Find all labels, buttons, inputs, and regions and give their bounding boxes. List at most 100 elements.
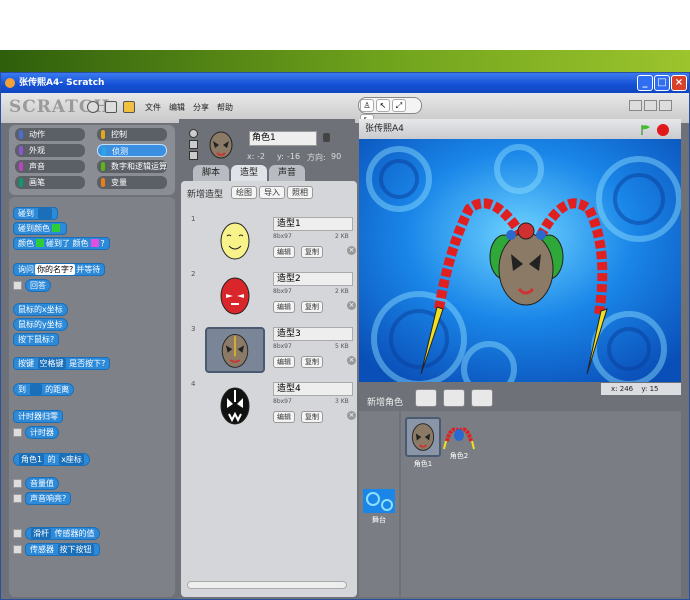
save-icon[interactable] <box>105 101 117 113</box>
stop-icon[interactable] <box>657 124 669 136</box>
camera-button[interactable]: 照相 <box>287 186 313 199</box>
color-swatch[interactable] <box>52 224 60 232</box>
category-sound[interactable]: 声音 <box>15 160 85 173</box>
block-dropdown[interactable]: 空格键 <box>37 358 66 369</box>
rotate-style-icon[interactable] <box>189 129 198 138</box>
category-looks[interactable]: 外观 <box>15 144 85 157</box>
block-sensor-value[interactable]: 滑杆 传感器的值 <box>25 527 100 540</box>
loudness-checkbox[interactable] <box>13 479 22 488</box>
block-sensing-of[interactable]: 角色1 的 x座标 <box>13 453 90 466</box>
costume-name-field[interactable]: 造型4 <box>273 382 353 396</box>
costume-dimensions: 8bx97 <box>273 398 292 405</box>
block-mouse-x[interactable]: 鼠标的x坐标 <box>13 303 68 316</box>
block-color-touching[interactable]: 颜色 碰到了 颜色? <box>13 237 110 250</box>
block-dropdown[interactable]: 角色1 <box>19 454 45 465</box>
block-touching[interactable]: 碰到 <box>13 207 58 220</box>
block-dropdown[interactable]: 滑杆 <box>31 528 51 539</box>
loud-checkbox[interactable] <box>13 494 22 503</box>
category-control[interactable]: 控制 <box>97 128 167 141</box>
block-dropdown[interactable]: x座标 <box>59 454 84 465</box>
normal-stage-icon[interactable] <box>644 100 657 111</box>
delete-costume-icon[interactable]: × <box>347 411 356 420</box>
close-button[interactable]: × <box>671 75 687 91</box>
block-mouse-y[interactable]: 鼠标的y坐标 <box>13 318 68 331</box>
costume-item[interactable]: 4 造型4 8bx97 3 KB 编辑 复制 × <box>185 380 356 432</box>
window-titlebar[interactable]: 张传熙A4- Scratch _ □ × <box>1 73 689 93</box>
block-dropdown[interactable] <box>29 384 42 395</box>
block-timer[interactable]: 计时器 <box>25 426 59 439</box>
block-dropdown[interactable] <box>37 208 52 219</box>
block-input[interactable]: 你的名字? <box>35 264 76 275</box>
grow-tool-icon[interactable]: ⤢ <box>392 99 406 112</box>
category-sensing[interactable]: 侦测 <box>97 144 167 157</box>
block-key-pressed[interactable]: 按键 空格键 是否按下? <box>13 357 111 370</box>
costume-item[interactable]: 1 造型1 8bx97 2 KB 编辑 复制 × <box>185 215 356 267</box>
costume-scrollbar[interactable] <box>187 581 347 589</box>
stage-thumbnail[interactable] <box>363 489 395 513</box>
costume-item[interactable]: 3 造型3 8bx97 5 KB 编辑 复制 × <box>185 325 356 377</box>
delete-costume-icon[interactable]: × <box>347 356 356 365</box>
category-operators[interactable]: 数字和逻辑运算 <box>97 160 167 173</box>
delete-tool-icon[interactable]: ↖ <box>376 99 390 112</box>
choose-sprite-icon[interactable] <box>443 389 465 407</box>
color-swatch[interactable] <box>36 239 44 247</box>
edit-costume-button[interactable]: 编辑 <box>273 356 295 368</box>
delete-costume-icon[interactable]: × <box>347 246 356 255</box>
no-rotate-icon[interactable] <box>189 151 198 160</box>
copy-costume-button[interactable]: 复制 <box>301 411 323 423</box>
minimize-button[interactable]: _ <box>637 75 653 91</box>
category-variables[interactable]: 变量 <box>97 176 167 189</box>
block-loudness[interactable]: 音量值 <box>25 477 59 490</box>
block-dropdown[interactable]: 按下按钮 <box>57 544 94 555</box>
block-sensor[interactable]: 传感器 按下按钮 <box>25 543 100 556</box>
block-mouse-down[interactable]: 按下鼠标? <box>13 333 60 346</box>
import-button[interactable]: 导入 <box>259 186 285 199</box>
edit-costume-button[interactable]: 编辑 <box>273 246 295 258</box>
timer-checkbox[interactable] <box>13 428 22 437</box>
copy-costume-button[interactable]: 复制 <box>301 301 323 313</box>
block-reset-timer[interactable]: 计时器归零 <box>13 410 63 423</box>
tab-sounds[interactable]: 声音 <box>269 165 305 181</box>
paint-button[interactable]: 绘图 <box>231 186 257 199</box>
edit-costume-button[interactable]: 编辑 <box>273 411 295 423</box>
delete-costume-icon[interactable]: × <box>347 301 356 310</box>
menu-edit[interactable]: 编辑 <box>169 102 185 113</box>
random-sprite-icon[interactable] <box>471 389 493 407</box>
costume-item[interactable]: 2 造型2 8bx97 2 KB 编辑 复制 × <box>185 270 356 322</box>
lock-icon[interactable] <box>323 133 330 142</box>
block-loud[interactable]: 声音响亮? <box>25 492 72 505</box>
answer-checkbox[interactable] <box>13 281 22 290</box>
block-touching-color[interactable]: 碰到颜色 <box>13 222 67 235</box>
sprite-name-field[interactable]: 角色1 <box>249 131 317 146</box>
block-answer[interactable]: 回答 <box>25 279 51 292</box>
costume-name-field[interactable]: 造型2 <box>273 272 353 286</box>
costume-name-field[interactable]: 造型3 <box>273 327 353 341</box>
menu-help[interactable]: 帮助 <box>217 102 233 113</box>
tab-costumes[interactable]: 造型 <box>231 165 267 181</box>
green-flag-icon[interactable] <box>641 125 651 135</box>
copy-costume-button[interactable]: 复制 <box>301 356 323 368</box>
copy-costume-button[interactable]: 复制 <box>301 246 323 258</box>
menu-share[interactable]: 分享 <box>193 102 209 113</box>
sensor-checkbox[interactable] <box>13 545 22 554</box>
presentation-mode-icon[interactable] <box>659 100 672 111</box>
menu-file[interactable]: 文件 <box>145 102 161 113</box>
edit-costume-button[interactable]: 编辑 <box>273 301 295 313</box>
flip-style-icon[interactable] <box>189 140 198 149</box>
sprite1-thumbnail[interactable] <box>405 417 441 457</box>
stage-canvas[interactable] <box>359 139 681 382</box>
costume-name-field[interactable]: 造型1 <box>273 217 353 231</box>
color-swatch[interactable] <box>90 239 99 247</box>
category-motion[interactable]: 动作 <box>15 128 85 141</box>
duplicate-tool-icon[interactable]: ♙ <box>360 99 374 112</box>
globe-icon[interactable] <box>87 101 99 113</box>
block-ask[interactable]: 询问 你的名字? 并等待 <box>13 263 106 276</box>
sensor-value-checkbox[interactable] <box>13 529 22 538</box>
block-distance[interactable]: 到 的距离 <box>13 383 75 396</box>
category-pen[interactable]: 画笔 <box>15 176 85 189</box>
paint-new-sprite-icon[interactable] <box>415 389 437 407</box>
tab-scripts[interactable]: 脚本 <box>193 165 229 181</box>
share-icon[interactable] <box>123 101 135 113</box>
maximize-button[interactable]: □ <box>654 75 670 91</box>
small-stage-icon[interactable] <box>629 100 642 111</box>
